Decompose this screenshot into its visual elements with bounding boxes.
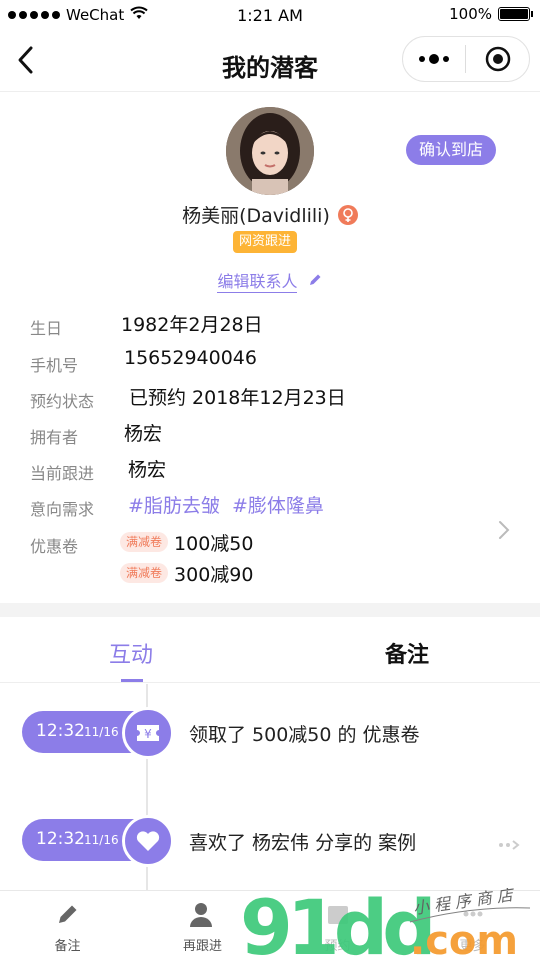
target-close-icon bbox=[485, 46, 510, 72]
confirm-arrival-button[interactable]: 确认到店 bbox=[405, 135, 496, 165]
timeline-date: 11/16 bbox=[84, 725, 119, 739]
coupon-item: 满减卷 300减90 bbox=[120, 559, 253, 587]
info-value[interactable]: 15652940046 bbox=[124, 347, 257, 369]
info-value: 杨宏 bbox=[124, 423, 163, 445]
edit-contact-label: 编辑联系人 bbox=[217, 272, 298, 293]
info-value: 1982年2月28日 bbox=[121, 314, 263, 336]
info-row-birthday: 生日 1982年2月28日 bbox=[0, 305, 540, 341]
edit-contact-link[interactable]: 编辑联系人 bbox=[0, 268, 540, 293]
info-row-intent: 意向需求 #脂肪去皱 #膨体隆鼻 bbox=[0, 486, 540, 522]
info-label: 预约状态 bbox=[30, 392, 95, 411]
customer-name: 杨美丽(Davidlili) bbox=[182, 205, 330, 227]
heart-icon bbox=[122, 815, 174, 867]
bottom-action-notes[interactable]: 备注 bbox=[0, 891, 135, 960]
watermark-logo: 91dd .com 小 程 序 商 店 bbox=[240, 883, 540, 960]
timeline-time: 12:32 bbox=[36, 721, 85, 741]
info-label: 意向需求 bbox=[30, 500, 95, 519]
coupon-item: 满减卷 100减50 bbox=[120, 528, 253, 556]
info-row-appointment: 预约状态 已预约 2018年12月23日 bbox=[0, 378, 540, 414]
status-bar: WeChat 1:21 AM 100% bbox=[0, 0, 540, 32]
coupon-tag: 满减卷 bbox=[120, 563, 169, 583]
info-label: 优惠卷 bbox=[30, 537, 79, 556]
timeline-text: 领取了 500减50 的 优惠卷 bbox=[189, 724, 420, 746]
timeline-text: 喜欢了 杨宏伟 分享的 案例 bbox=[189, 832, 417, 854]
status-badge: 网资跟进 bbox=[233, 231, 298, 253]
timeline-item: 12:32 11/16 ¥ 领取了 500减50 的 优惠卷 bbox=[22, 707, 522, 760]
tab-bar: 互动 备注 bbox=[0, 617, 540, 683]
timeline-time: 12:32 bbox=[36, 829, 85, 849]
info-row-phone: 手机号 15652940046 bbox=[0, 342, 540, 378]
tab-notes[interactable]: 备注 bbox=[385, 637, 429, 669]
profile-section: 确认到店 杨美丽(Davidlili) 网资跟进 编辑联系人 生日 1982年2… bbox=[0, 93, 540, 603]
info-label: 生日 bbox=[30, 319, 63, 338]
pencil-icon bbox=[0, 901, 135, 927]
customer-name-row: 杨美丽(Davidlili) bbox=[0, 201, 540, 228]
info-label: 当前跟进 bbox=[30, 464, 95, 483]
interaction-timeline: 12:32 11/16 ¥ 领取了 500减50 的 优惠卷 12:32 11/… bbox=[0, 684, 540, 890]
battery-icon bbox=[498, 7, 533, 21]
intent-tags: #脂肪去皱 #膨体隆鼻 bbox=[128, 495, 324, 517]
capsule-more-button[interactable] bbox=[403, 54, 465, 64]
miniapp-capsule bbox=[402, 36, 530, 82]
pencil-icon bbox=[309, 274, 321, 285]
info-label: 手机号 bbox=[30, 356, 79, 375]
capsule-close-button[interactable] bbox=[466, 46, 529, 72]
more-arrow-icon[interactable] bbox=[498, 836, 522, 855]
svg-text:.com: .com bbox=[410, 918, 518, 960]
info-label: 拥有者 bbox=[30, 428, 79, 447]
info-row-follower: 当前跟进 杨宏 bbox=[0, 450, 540, 486]
nav-bar: 我的潜客 bbox=[0, 32, 540, 92]
timeline-item[interactable]: 12:32 11/16 喜欢了 杨宏伟 分享的 案例 bbox=[22, 815, 522, 868]
status-right: 100% bbox=[449, 5, 533, 23]
svg-text:¥: ¥ bbox=[144, 727, 152, 741]
tab-interaction[interactable]: 互动 bbox=[109, 637, 153, 669]
coupon-text: 100减50 bbox=[174, 532, 254, 555]
coupon-chevron-right-icon[interactable] bbox=[498, 520, 510, 544]
info-row-coupons[interactable]: 优惠卷 bbox=[0, 523, 540, 559]
female-icon bbox=[337, 205, 358, 225]
info-value: 已预约 2018年12月23日 bbox=[129, 387, 346, 409]
battery-percent: 100% bbox=[449, 5, 492, 23]
timeline-date: 11/16 bbox=[84, 833, 119, 847]
info-row-owner: 拥有者 杨宏 bbox=[0, 414, 540, 450]
coupon-text: 300减90 bbox=[174, 563, 254, 586]
avatar bbox=[226, 107, 314, 195]
active-tab-indicator bbox=[121, 679, 143, 682]
coupon-tag: 满减卷 bbox=[120, 532, 169, 552]
svg-text:91dd: 91dd bbox=[240, 888, 431, 960]
bottom-action-label: 备注 bbox=[54, 939, 81, 954]
section-divider bbox=[0, 603, 540, 617]
info-value: 杨宏 bbox=[128, 459, 167, 481]
battery-fill bbox=[500, 9, 528, 19]
coupon-icon: ¥ bbox=[122, 707, 174, 759]
